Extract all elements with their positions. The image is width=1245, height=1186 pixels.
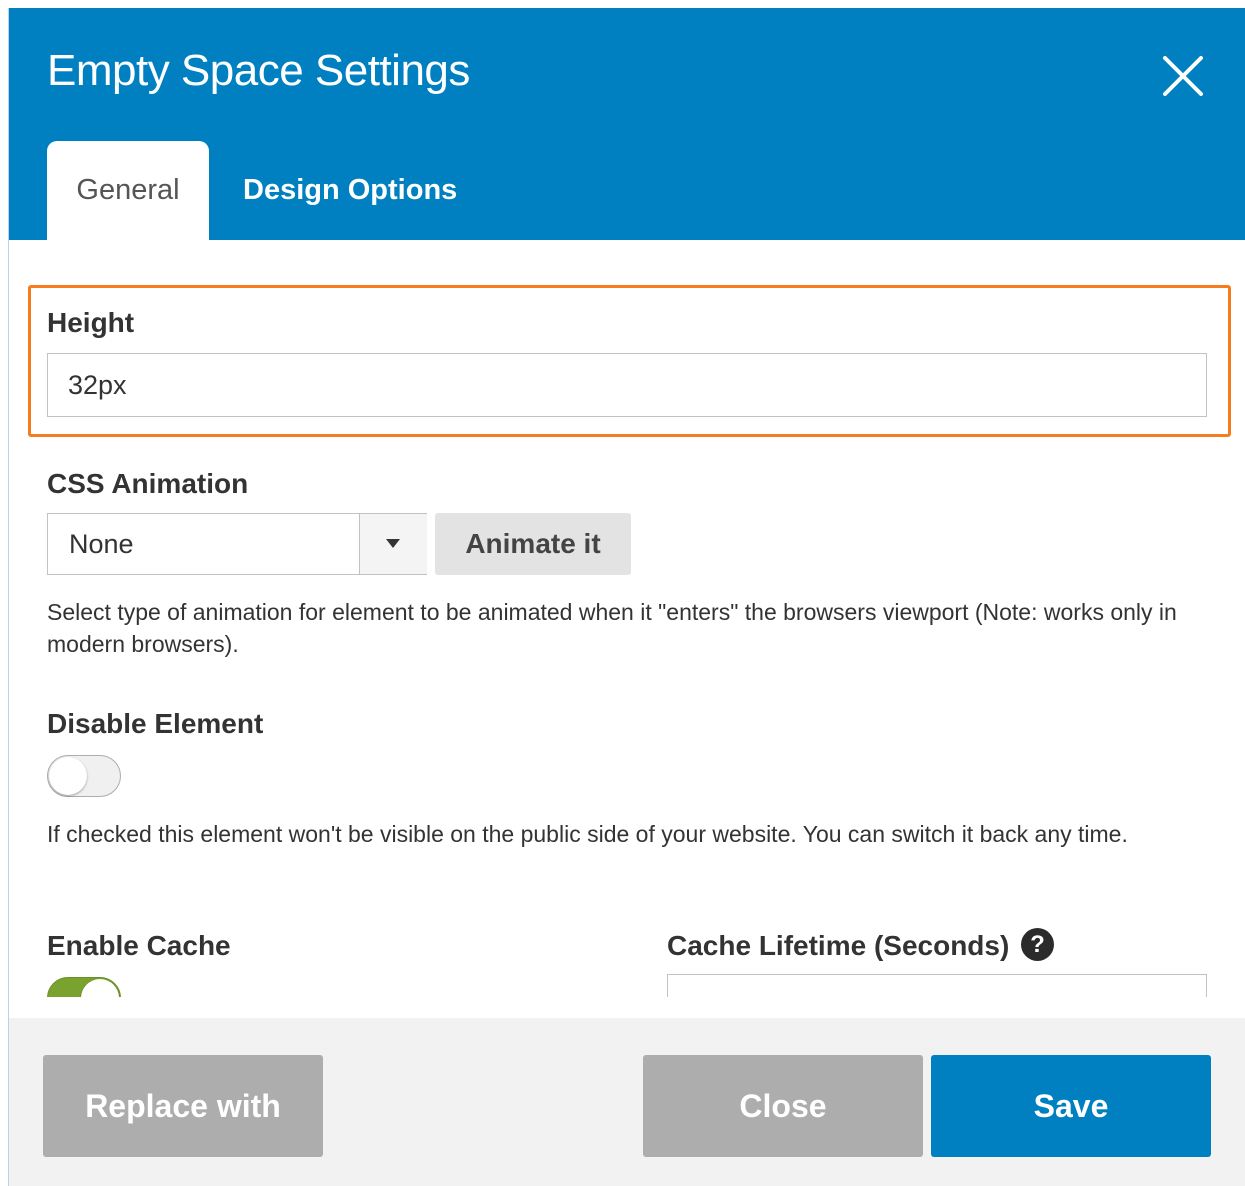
css-animation-select[interactable]: None [47,513,427,575]
enable-cache-label: Enable Cache [47,930,231,961]
height-input[interactable] [47,353,1207,417]
animate-it-button[interactable]: Animate it [435,513,631,575]
disable-element-label: Disable Element [47,708,264,739]
tab-design-options[interactable]: Design Options [243,141,483,241]
dialog-body: Height CSS Animation None Animate it Sel… [9,240,1245,1020]
replace-with-button[interactable]: Replace with [43,1055,323,1157]
height-label: Height [47,307,135,338]
close-button[interactable]: Close [643,1055,923,1157]
css-animation-selected-value: None [69,529,134,559]
tab-general[interactable]: General [47,141,209,241]
toggle-knob [81,979,119,997]
settings-dialog: Empty Space Settings General Design Opti… [8,8,1245,1186]
dialog-header: Empty Space Settings General Design Opti… [9,8,1245,241]
dialog-footer: Replace with Close Save [9,1018,1245,1186]
dialog-title: Empty Space Settings [47,46,470,95]
scroll-area: Height CSS Animation None Animate it Sel… [9,240,1245,997]
enable-cache-toggle[interactable] [47,977,121,997]
save-button[interactable]: Save [931,1055,1211,1157]
close-icon[interactable] [1159,52,1207,100]
disable-element-toggle[interactable] [47,755,121,797]
cache-lifetime-input[interactable] [667,974,1207,997]
css-animation-help-text: Select type of animation for element to … [47,599,1177,657]
toggle-knob [49,757,87,795]
cache-lifetime-label: Cache Lifetime (Seconds) [667,930,1010,961]
disable-element-help-text: If checked this element won't be visible… [47,821,1128,847]
chevron-down-icon[interactable] [359,514,427,574]
help-icon[interactable]: ? [1021,928,1054,961]
css-animation-label: CSS Animation [47,468,249,499]
